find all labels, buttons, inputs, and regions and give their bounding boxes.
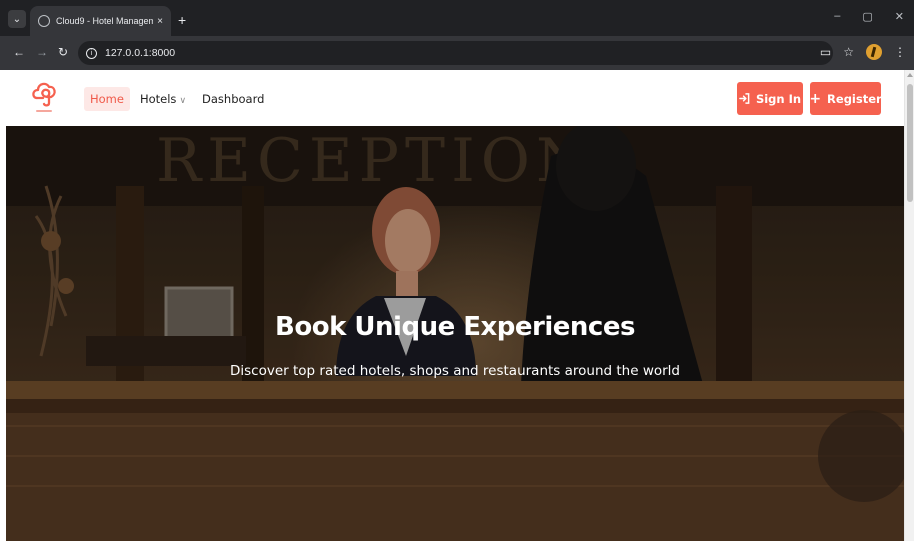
new-tab-button[interactable]: + — [178, 13, 186, 27]
globe-icon — [38, 15, 50, 27]
hero-title: Book Unique Experiences — [275, 312, 635, 342]
site-info-icon[interactable]: i — [86, 47, 97, 59]
web-page: Home Hotels ∨ Dashboard Sign In + Registe… — [0, 70, 904, 541]
close-window-button[interactable]: ✕ — [895, 10, 904, 23]
hero-section: RECEPTION Book Unique Experiences Discov… — [6, 126, 904, 541]
browser-tab-strip: ⌄ Cloud9 - Hotel Management Sy × + – ▢ ✕ — [0, 0, 914, 36]
plus-icon: + — [809, 90, 822, 107]
register-label: Register — [827, 91, 882, 106]
restore-button[interactable]: ▢ — [862, 10, 872, 23]
nav-link-hotels[interactable]: Hotels ∨ — [134, 87, 192, 111]
browser-toolbar: ← → ↻ i 127.0.0.1:8000 ▭ ☆ ⋮ — [0, 36, 914, 70]
sign-in-icon — [739, 93, 750, 104]
forward-arrow-icon[interactable]: → — [36, 46, 48, 58]
reading-mode-icon[interactable]: ▭ — [820, 45, 831, 59]
toolbar-actions: ▭ ☆ ⋮ — [820, 44, 906, 60]
minimize-button[interactable]: – — [834, 10, 840, 23]
window-controls: – ▢ ✕ — [834, 10, 904, 23]
scrollbar-thumb[interactable] — [907, 84, 913, 202]
profile-avatar[interactable] — [866, 44, 882, 60]
nav-link-home[interactable]: Home — [84, 87, 130, 111]
hero-subtitle: Discover top rated hotels, shops and res… — [230, 363, 680, 379]
nav-link-dashboard[interactable]: Dashboard — [196, 87, 270, 111]
scroll-up-icon[interactable] — [907, 73, 913, 77]
bookmark-star-icon[interactable]: ☆ — [843, 45, 854, 59]
close-tab-icon[interactable]: × — [157, 16, 163, 27]
more-menu-icon[interactable]: ⋮ — [894, 45, 906, 59]
page-scrollbar[interactable] — [904, 70, 914, 541]
tab-title: Cloud9 - Hotel Management Sy — [56, 16, 154, 26]
tab-search-button[interactable]: ⌄ — [8, 10, 26, 28]
url-text: 127.0.0.1:8000 — [105, 47, 176, 59]
back-arrow-icon[interactable]: ← — [13, 46, 25, 58]
browser-tab[interactable]: Cloud9 - Hotel Management Sy × — [30, 6, 171, 36]
sign-in-label: Sign In — [755, 91, 802, 106]
nav-link-hotels-label: Hotels — [139, 92, 177, 106]
site-navbar: Home Hotels ∨ Dashboard Sign In + Registe… — [0, 70, 904, 126]
chevron-down-icon: ∨ — [179, 96, 187, 106]
reload-icon[interactable]: ↻ — [58, 46, 68, 58]
register-button[interactable]: + Register — [809, 82, 882, 115]
chevron-down-icon: ⌄ — [12, 13, 22, 25]
address-bar[interactable]: i 127.0.0.1:8000 — [78, 41, 833, 65]
sign-in-button[interactable]: Sign In — [737, 82, 803, 115]
primary-nav: Home Hotels ∨ Dashboard — [84, 87, 270, 111]
cloud9-logo[interactable] — [30, 78, 58, 116]
